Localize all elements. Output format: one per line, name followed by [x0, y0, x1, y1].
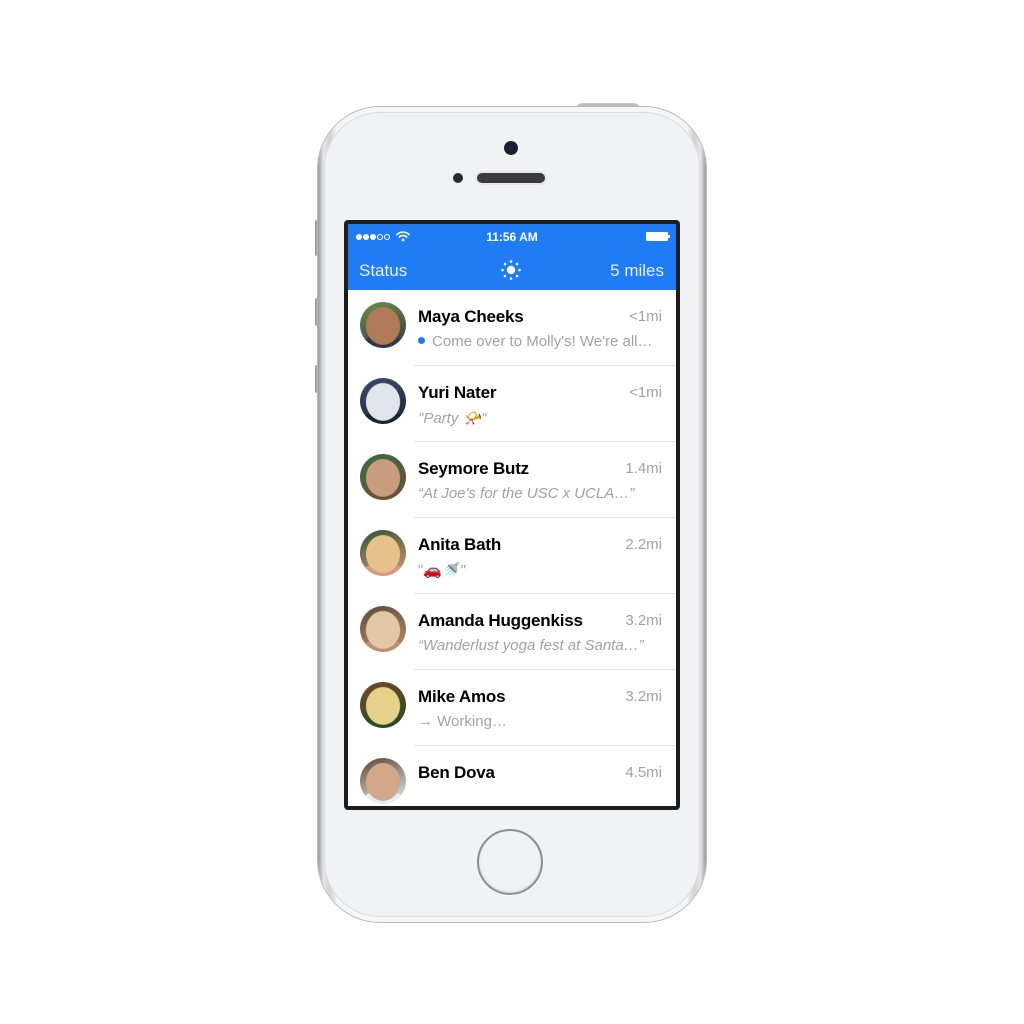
nav-bar: Status 5 miles [348, 250, 676, 290]
proximity-sensor [453, 173, 463, 183]
unread-indicator-icon [418, 337, 425, 344]
status-bar: 11:56 AM [348, 224, 676, 250]
contact-name: Maya Cheeks [418, 307, 524, 326]
contact-distance: 4.5mi [625, 764, 662, 781]
message-text: Come over to Molly's! We're all… [432, 333, 653, 350]
contact-status-message: "🚗🚿" [418, 561, 466, 579]
contact-distance: <1mi [629, 384, 662, 401]
contact-distance: <1mi [629, 308, 662, 325]
contact-name: Seymore Butz [418, 459, 529, 478]
contact-row[interactable]: Ben Dova 4.5mi [348, 746, 676, 806]
clock: 11:56 AM [486, 230, 538, 244]
avatar [360, 302, 406, 348]
battery-icon [646, 232, 670, 241]
contact-row[interactable]: Anita Bath 2.2mi "🚗🚿" [348, 518, 676, 594]
avatar [360, 378, 406, 424]
avatar [360, 454, 406, 500]
status-button[interactable]: Status [359, 261, 407, 281]
contact-status-message: "Party 📯" [418, 409, 487, 427]
contact-status-message: “Wanderlust yoga fest at Santa…” [418, 637, 644, 654]
radar-sun-icon[interactable] [500, 259, 522, 281]
message-text: “Wanderlust yoga fest at Santa…” [418, 637, 644, 654]
message-text: → Working… [418, 713, 507, 730]
contact-name: Yuri Nater [418, 383, 497, 402]
contact-distance: 3.2mi [625, 688, 662, 705]
app-display: 11:56 AM Status 5 miles Maya Cheeks <1mi C… [348, 224, 676, 806]
contact-distance: 1.4mi [625, 460, 662, 477]
contact-row[interactable]: Amanda Huggenkiss 3.2mi “Wanderlust yoga f… [348, 594, 676, 670]
contact-row[interactable]: Mike Amos 3.2mi → Working… [348, 670, 676, 746]
distance-filter-button[interactable]: 5 miles [610, 261, 664, 281]
message-text: "Party 📯" [418, 410, 487, 427]
avatar [360, 682, 406, 728]
contact-status-message: → Working… [418, 713, 507, 730]
home-button[interactable] [477, 829, 543, 895]
screen: 11:56 AM Status 5 miles Maya Cheeks <1mi C… [344, 220, 680, 810]
contact-name: Amanda Huggenkiss [418, 611, 583, 630]
front-camera [504, 141, 518, 155]
contact-distance: 2.2mi [625, 536, 662, 553]
avatar [360, 606, 406, 652]
contact-row[interactable]: Seymore Butz 1.4mi “At Joe's for the USC x… [348, 442, 676, 518]
contact-row[interactable]: Yuri Nater <1mi "Party 📯" [348, 366, 676, 442]
message-text: "🚗🚿" [418, 562, 467, 579]
avatar [360, 758, 406, 804]
contact-distance: 3.2mi [625, 612, 662, 629]
contact-name: Mike Amos [418, 687, 506, 706]
contact-list: Maya Cheeks <1mi Come over to Molly's! We'… [348, 290, 676, 806]
contact-row[interactable]: Maya Cheeks <1mi Come over to Molly's! We'… [348, 290, 676, 366]
message-text: “At Joe's for the USC x UCLA…” [418, 485, 635, 502]
contact-name: Anita Bath [418, 535, 502, 554]
earpiece-speaker [477, 173, 545, 183]
contact-status-message: Come over to Molly's! We're all… [418, 333, 653, 350]
contact-name: Ben Dova [418, 763, 495, 782]
contact-status-message: “At Joe's for the USC x UCLA…” [418, 485, 634, 502]
avatar [360, 530, 406, 576]
